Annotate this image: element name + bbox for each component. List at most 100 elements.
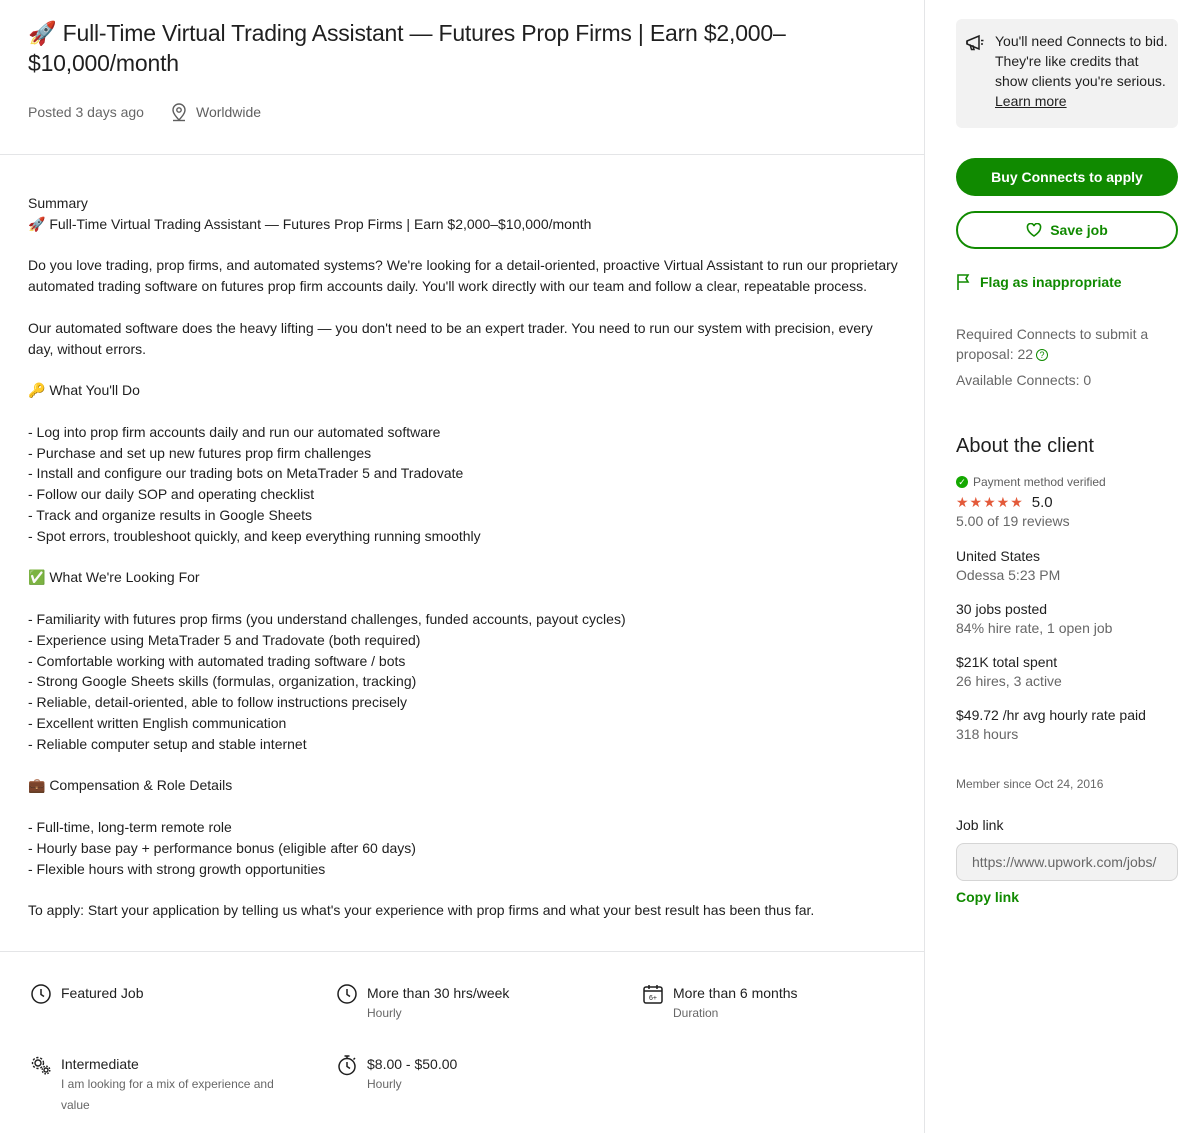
description-line: - Strong Google Sheets skills (formulas,… (28, 673, 417, 690)
client-local-time: Odessa 5:23 PM (956, 567, 1061, 583)
rate-sub: Hourly (367, 1077, 402, 1091)
heart-icon (1026, 223, 1042, 237)
job-title: 🚀 Full-Time Virtual Trading Assistant — … (28, 20, 786, 76)
megaphone-icon (966, 34, 984, 51)
description-line: - Flexible hours with strong growth oppo… (28, 860, 326, 877)
flag-inappropriate-link[interactable]: Flag as inappropriate (956, 273, 1122, 291)
rate-label: $8.00 - $50.00 (367, 1056, 458, 1072)
description-line: - Spot errors, troubleshoot quickly, and… (28, 527, 481, 544)
description-line: - Full-time, long-term remote role (28, 818, 232, 835)
copy-link-button[interactable]: Copy link (956, 889, 1019, 905)
section-divider (0, 951, 924, 952)
buy-connects-button[interactable]: Buy Connects to apply (956, 158, 1178, 196)
location-text: Worldwide (195, 104, 262, 120)
svg-text:6+: 6+ (649, 995, 657, 1002)
project-duration: 6+ More than 6 months Duration (642, 982, 798, 1024)
description-line: Do you love trading, prop firms, and aut… (28, 257, 902, 295)
job-details-panel: 🚀 Full-Time Virtual Trading Assistant — … (0, 0, 924, 1133)
description-line: - Log into prop firm accounts daily and … (28, 423, 441, 440)
description-line: 🚀 Full-Time Virtual Trading Assistant — … (28, 215, 592, 232)
client-spend: $21K total spent 26 hires, 3 active (956, 653, 1186, 691)
save-job-button[interactable]: Save job (956, 211, 1178, 249)
required-connects: Required Connects to submit a proposal: … (956, 324, 1176, 364)
description-line: - Excellent written English communicatio… (28, 714, 287, 731)
hours-per-week: More than 30 hrs/week Hourly (336, 982, 509, 1024)
job-link-input[interactable] (956, 843, 1178, 881)
description-line: 💼 Compensation & Role Details (28, 777, 233, 794)
sidebar: You'll need Connects to bid. They're lik… (925, 0, 1200, 1133)
calendar-icon: 6+ (643, 985, 663, 1004)
client-country: United States (956, 548, 1041, 564)
required-connects-text: Required Connects to submit a proposal: … (956, 326, 1149, 362)
description-line: To apply: Start your application by tell… (28, 902, 815, 919)
description-line: - Reliable, detail-oriented, able to fol… (28, 694, 407, 711)
description-line: 🔑 What You'll Do (28, 382, 140, 399)
description-line: - Reliable computer setup and stable int… (28, 735, 307, 752)
total-spent: $21K total spent (956, 654, 1058, 670)
description-line: - Track and organize results in Google S… (28, 506, 313, 523)
description-line: ✅ What We're Looking For (28, 569, 200, 586)
section-divider (0, 154, 924, 155)
level-label: Intermediate (61, 1056, 139, 1072)
about-client-heading: About the client (956, 435, 1094, 457)
connects-info-box: You'll need Connects to bid. They're lik… (956, 19, 1178, 128)
description-line: - Follow our daily SOP and operating che… (28, 486, 315, 503)
hires-count: 26 hires, 3 active (956, 673, 1062, 689)
payment-verified: ✓ Payment method verified (956, 475, 1106, 489)
star-rating-icon: ★★★★★ (956, 494, 1024, 510)
client-rate: $49.72 /hr avg hourly rate paid 318 hour… (956, 706, 1186, 744)
description-line: - Familiarity with futures prop firms (y… (28, 610, 626, 627)
rating-score: 5.0 (1031, 494, 1053, 511)
available-connects: Available Connects: 0 (956, 372, 1092, 388)
total-hours: 318 hours (956, 726, 1019, 742)
help-icon[interactable]: ? (1036, 349, 1049, 362)
duration-label: More than 6 months (673, 985, 798, 1001)
job-header: 🚀 Full-Time Virtual Trading Assistant — … (28, 18, 888, 78)
location: Worldwide (170, 102, 261, 122)
job-description: Summary 🚀 Full-Time Virtual Trading Assis… (28, 193, 898, 921)
experience-level: Intermediate I am looking for a mix of e… (30, 1053, 290, 1116)
featured-job: Featured Job (30, 982, 144, 1005)
hours-sub: Hourly (367, 1006, 402, 1020)
flag-label: Flag as inappropriate (980, 274, 1122, 290)
learn-more-link[interactable]: Learn more (995, 93, 1067, 109)
duration-sub: Duration (673, 1006, 719, 1020)
level-sub: I am looking for a mix of experience and… (61, 1077, 274, 1112)
description-line: Our automated software does the heavy li… (28, 319, 877, 357)
hours-label: More than 30 hrs/week (367, 985, 510, 1001)
jobs-posted: 30 jobs posted (956, 601, 1048, 617)
description-line: Summary (28, 195, 88, 211)
description-line: - Comfortable working with automated tra… (28, 652, 406, 669)
gears-icon (31, 1056, 51, 1075)
location-pin-icon (172, 103, 186, 122)
avg-hourly-rate: $49.72 /hr avg hourly rate paid (956, 707, 1146, 723)
description-line: - Purchase and set up new futures prop f… (28, 444, 372, 461)
save-job-label: Save job (1050, 222, 1108, 238)
description-line: - Experience using MetaTrader 5 and Trad… (28, 631, 421, 648)
hire-rate: 84% hire rate, 1 open job (956, 620, 1113, 636)
job-link-label: Job link (956, 817, 1004, 833)
job-meta: Posted 3 days ago Worldwide (28, 102, 261, 122)
client-jobs: 30 jobs posted 84% hire rate, 1 open job (956, 600, 1186, 638)
clock-icon (31, 984, 51, 1004)
connects-note: You'll need Connects to bid. They're lik… (995, 33, 1168, 89)
member-since: Member since Oct 24, 2016 (956, 777, 1104, 791)
verified-check-icon: ✓ (956, 476, 968, 488)
stopwatch-icon (338, 1055, 356, 1076)
flag-icon (957, 274, 970, 290)
hourly-rate: $8.00 - $50.00 Hourly (336, 1053, 457, 1095)
review-count: 5.00 of 19 reviews (956, 513, 1070, 529)
payment-verified-text: Payment method verified (973, 475, 1106, 489)
featured-job-label: Featured Job (61, 985, 144, 1001)
posted-time: Posted 3 days ago (28, 104, 144, 120)
description-line: - Hourly base pay + performance bonus (e… (28, 839, 416, 856)
